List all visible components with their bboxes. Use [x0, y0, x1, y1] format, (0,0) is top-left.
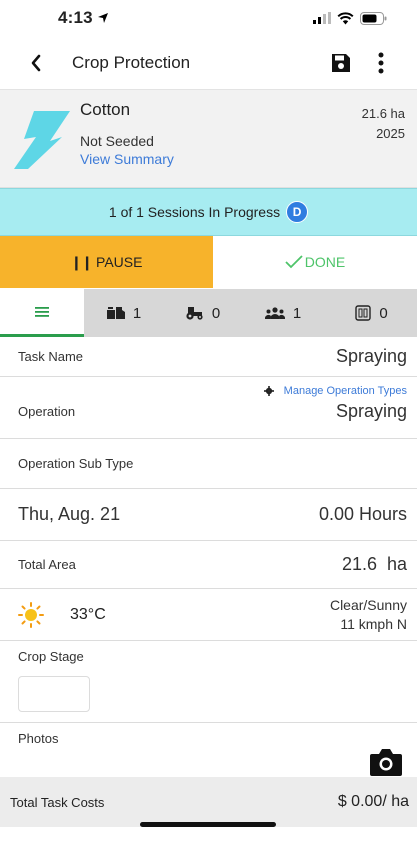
- status-icons: [313, 11, 387, 25]
- date-value[interactable]: Thu, Aug. 21: [18, 504, 120, 525]
- crop-year: 2025: [376, 126, 405, 141]
- pause-icon: ❙❙: [70, 253, 93, 270]
- wifi-icon: [337, 11, 354, 24]
- tab-people-count: 1: [292, 304, 302, 322]
- total-area-row[interactable]: Total Area 21.6 ha: [0, 541, 417, 589]
- weather-left: 33°C: [18, 601, 106, 628]
- back-button[interactable]: [30, 48, 54, 78]
- save-icon: [332, 53, 350, 72]
- battery-icon: [360, 11, 387, 25]
- product-icon: [106, 307, 125, 319]
- total-costs-bar: Total Task Costs $ 0.00/ ha: [0, 777, 417, 827]
- total-costs-label: Total Task Costs: [10, 794, 105, 810]
- action-row: ❙❙ PAUSE DONE: [0, 236, 417, 288]
- operation-value[interactable]: Spraying: [336, 401, 407, 422]
- weather-details: Clear/Sunny 11 kmph N: [330, 596, 407, 634]
- location-arrow-icon: [97, 13, 108, 23]
- gear-icon: [263, 386, 274, 396]
- tab-equipment[interactable]: 0: [164, 289, 240, 337]
- weather-wind: 11 kmph N: [340, 615, 407, 632]
- sun-icon: [18, 601, 44, 628]
- crop-card: Cotton Not Seeded View Summary 21.6 ha 2…: [0, 90, 417, 188]
- crop-stage-row: Crop Stage: [0, 641, 417, 723]
- pause-button[interactable]: ❙❙ PAUSE: [0, 236, 213, 288]
- tab-people[interactable]: 1: [240, 289, 326, 337]
- operation-line: Operation Spraying: [18, 401, 407, 422]
- operation-subtype-row[interactable]: Operation Sub Type: [0, 439, 417, 489]
- tab-costs[interactable]: 0: [326, 289, 417, 337]
- more-options-button[interactable]: [361, 43, 401, 83]
- home-indicator[interactable]: [140, 822, 276, 827]
- tractor-icon: [186, 307, 203, 320]
- sessions-text: 1 of 1 Sessions In Progress: [108, 204, 281, 220]
- signal-icon: [313, 12, 331, 24]
- checkmark-icon: [285, 255, 303, 269]
- task-name-label: Task Name: [18, 349, 84, 364]
- hours-value[interactable]: 0.00 Hours: [319, 504, 407, 525]
- list-icon: [35, 306, 49, 317]
- people-icon: [264, 306, 285, 319]
- app-header: Crop Protection: [0, 36, 417, 90]
- task-name-value[interactable]: Spraying: [336, 346, 407, 367]
- manage-operation-types-label: Manage Operation Types: [283, 385, 407, 397]
- done-button[interactable]: DONE: [213, 236, 417, 288]
- tab-details[interactable]: [0, 289, 84, 337]
- crop-area: 21.6 ha: [361, 106, 405, 121]
- total-costs-value: $ 0.00/ ha: [337, 793, 409, 810]
- camera-button[interactable]: [369, 747, 403, 777]
- chevron-left-icon: [31, 54, 41, 71]
- status-time: 4:13: [58, 8, 109, 28]
- total-area-value[interactable]: 21.6 ha: [342, 554, 407, 575]
- crop-stage-label: Crop Stage: [18, 649, 84, 664]
- tab-costs-count: 0: [379, 304, 388, 322]
- crop-meta: 21.6 ha 2025: [362, 104, 405, 144]
- task-tabs: 1 0 1 0: [0, 289, 417, 337]
- weather-row[interactable]: 33°C Clear/Sunny 11 kmph N: [0, 589, 417, 641]
- task-name-row[interactable]: Task Name Spraying: [0, 337, 417, 377]
- calculator-icon: [355, 305, 372, 321]
- operation-label: Operation: [18, 404, 76, 419]
- save-button[interactable]: [321, 43, 361, 83]
- photos-row: Photos: [0, 723, 417, 777]
- crop-stage-input[interactable]: [18, 676, 90, 712]
- vertical-dots-icon: [378, 52, 384, 73]
- manage-operation-types-link[interactable]: Manage Operation Types: [18, 385, 407, 397]
- weather-condition: Clear/Sunny: [329, 596, 407, 613]
- clock-text: 4:13: [58, 8, 93, 27]
- tab-products-count: 1: [132, 304, 142, 322]
- crop-field-icon: [0, 90, 80, 187]
- total-area-label: Total Area: [18, 557, 76, 572]
- view-summary-link[interactable]: View Summary: [80, 151, 174, 167]
- camera-icon: [370, 749, 402, 776]
- sessions-banner[interactable]: 1 of 1 Sessions In Progress D: [0, 188, 417, 236]
- done-label: DONE: [304, 254, 346, 270]
- session-user-badge: D: [286, 201, 309, 223]
- weather-temperature: 33°C: [70, 605, 106, 623]
- pause-label: PAUSE: [96, 254, 143, 270]
- operation-row[interactable]: Manage Operation Types Operation Sprayin…: [0, 377, 417, 439]
- date-hours-row[interactable]: Thu, Aug. 21 0.00 Hours: [0, 489, 417, 541]
- page-title: Crop Protection: [72, 52, 191, 72]
- operation-subtype-label: Operation Sub Type: [18, 456, 134, 471]
- photos-label: Photos: [18, 731, 59, 746]
- tab-equipment-count: 0: [211, 304, 221, 322]
- status-bar: 4:13: [0, 0, 417, 36]
- tab-products[interactable]: 1: [84, 289, 164, 337]
